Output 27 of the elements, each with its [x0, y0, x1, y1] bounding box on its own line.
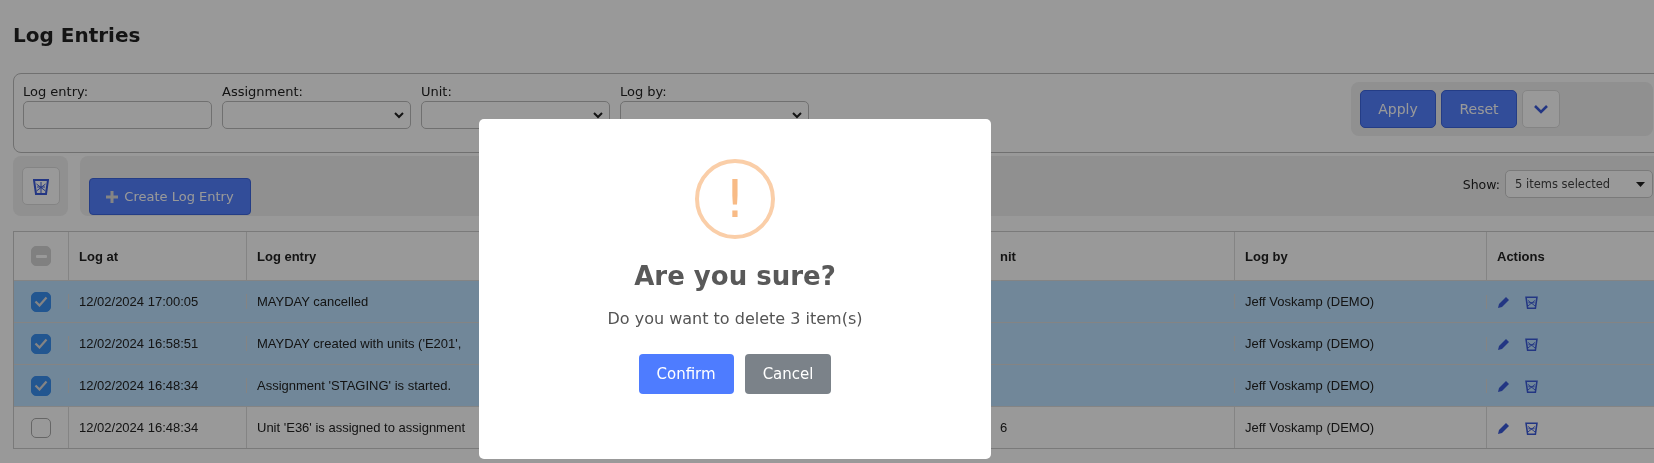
table-cell: Jeff Voskamp (DEMO) — [1245, 420, 1375, 435]
field-label: Log by: — [620, 84, 667, 100]
column-header: nit — [1000, 248, 1016, 264]
table-cell: Jeff Voskamp (DEMO) — [1245, 336, 1375, 351]
table-cell: Jeff Voskamp (DEMO) — [1245, 294, 1375, 309]
field-label: Assignment: — [222, 84, 303, 100]
table-cell: 12/02/2024 16:48:34 — [79, 378, 199, 393]
warning-icon: ! — [695, 159, 775, 239]
column-header: Log at — [79, 248, 118, 264]
field-label: Log entry: — [23, 84, 89, 100]
dialog-title: Are you sure? — [634, 261, 836, 291]
field-label: Unit: — [421, 84, 452, 100]
table-cell: 12/02/2024 16:58:51 — [79, 336, 199, 351]
table-cell: Assignment 'STAGING' is started. — [257, 378, 451, 393]
table-cell: MAYDAY cancelled — [257, 294, 369, 309]
dialog-message: Do you want to delete 3 item(s) — [607, 309, 863, 328]
page-title: Log Entries — [13, 22, 142, 49]
column-header: Log entry — [257, 248, 317, 264]
show-label: Show: — [1462, 176, 1500, 192]
column-header: Log by — [1245, 248, 1288, 264]
table-cell: Jeff Voskamp (DEMO) — [1245, 378, 1375, 393]
table-cell: Unit 'E36' is assigned to assignment — [257, 420, 466, 435]
table-cell: 12/02/2024 16:48:34 — [79, 420, 199, 435]
table-cell: MAYDAY created with units ('E201', — [257, 336, 462, 351]
table-cell: 6 — [1000, 420, 1008, 435]
column-header: Actions — [1497, 248, 1545, 264]
table-cell: 12/02/2024 17:00:05 — [79, 294, 199, 309]
